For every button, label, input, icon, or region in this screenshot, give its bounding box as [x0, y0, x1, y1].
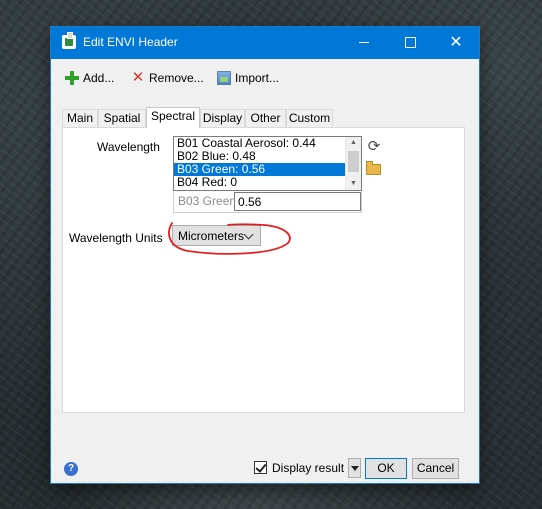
minimize-icon	[359, 42, 369, 44]
ok-button[interactable]: OK	[365, 458, 407, 479]
scroll-down-icon[interactable]: ▼	[346, 178, 361, 190]
open-folder-icon[interactable]	[366, 161, 381, 175]
close-button[interactable]: ✕	[433, 27, 479, 59]
selected-band-label: B03 Green:	[178, 194, 240, 208]
tab-display[interactable]: Display	[200, 109, 245, 127]
display-result-label[interactable]: Display result	[272, 461, 344, 475]
tab-other[interactable]: Other	[245, 109, 286, 127]
import-image-icon	[217, 71, 231, 85]
wavelength-units-label: Wavelength Units	[69, 231, 163, 245]
chevron-down-icon	[243, 229, 254, 240]
tab-main[interactable]: Main	[62, 109, 98, 127]
options-dropdown-button[interactable]	[348, 458, 361, 478]
close-icon: ✕	[449, 34, 463, 51]
title-bar[interactable]: Edit ENVI Header ✕	[51, 27, 479, 59]
maximize-icon	[404, 37, 416, 49]
spectral-tab-panel: Wavelength B01 Coastal Aerosol: 0.44 B02…	[62, 127, 465, 413]
checkbox-checked[interactable]	[254, 461, 267, 474]
remove-x-icon: ✕	[131, 69, 145, 86]
wavelength-value-input[interactable]	[234, 192, 361, 211]
remove-button-label: Remove...	[149, 71, 204, 85]
wavelength-units-combobox[interactable]: Micrometers	[172, 225, 261, 246]
wavelength-label: Wavelength	[97, 140, 160, 154]
cancel-button[interactable]: Cancel	[412, 458, 459, 479]
import-button-label: Import...	[235, 71, 280, 85]
help-icon[interactable]: ?	[64, 462, 78, 476]
plus-icon	[65, 71, 79, 85]
add-button-label: Add...	[83, 71, 115, 85]
minimize-button[interactable]	[341, 27, 387, 59]
maximize-button[interactable]	[387, 27, 433, 59]
wavelength-listbox[interactable]: B01 Coastal Aerosol: 0.44 B02 Blue: 0.48…	[173, 136, 362, 191]
list-item[interactable]: B04 Red: 0	[174, 176, 361, 189]
listbox-scrollbar[interactable]: ▲ ▼	[345, 137, 361, 190]
tab-spectral[interactable]: Spectral	[146, 107, 200, 128]
scroll-up-icon[interactable]: ▲	[346, 137, 361, 149]
wavelength-edit-row: B03 Green:	[173, 191, 362, 213]
window-title: Edit ENVI Header	[83, 35, 178, 49]
refresh-icon[interactable]: ⟳	[367, 139, 381, 154]
wavelength-units-value: Micrometers	[178, 229, 245, 243]
tab-spatial[interactable]: Spatial	[98, 109, 146, 127]
edit-envi-header-dialog: Edit ENVI Header ✕ Add... ✕ Remove... Im…	[50, 26, 480, 484]
tab-custom[interactable]: Custom	[286, 109, 333, 127]
scrollbar-thumb[interactable]	[348, 151, 359, 172]
envi-app-icon	[62, 32, 76, 49]
